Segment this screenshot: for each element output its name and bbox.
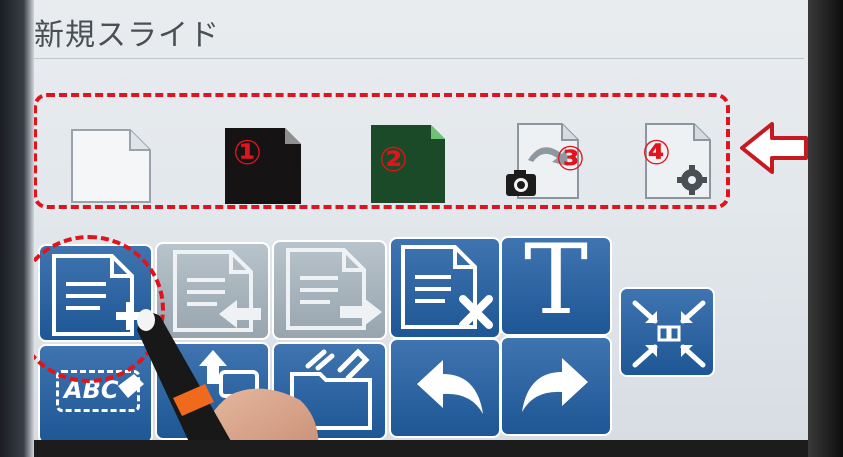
highlight-circle [13, 235, 165, 383]
page-right-arrow-icon [286, 248, 382, 330]
title-divider [34, 58, 804, 59]
template-blank-black[interactable]: ① [225, 128, 301, 204]
touch-screen: 新規スライド ① ② ③ ④ T ABC [0, 0, 808, 440]
previous-slide-button[interactable] [155, 242, 270, 340]
upload-slide-button[interactable] [155, 342, 270, 440]
template-from-camera[interactable]: ③ [504, 122, 585, 204]
callout-arrow-icon [740, 122, 808, 174]
collapse-arrows-icon [632, 300, 706, 368]
monitor-bezel-right [808, 0, 843, 457]
text-tool-button[interactable]: T [500, 232, 612, 336]
template-from-settings[interactable]: ④ [642, 122, 718, 202]
redo-arrow-icon [522, 358, 588, 412]
fit-screen-button[interactable] [619, 287, 715, 377]
template-blank-white[interactable] [70, 128, 152, 204]
redo-button[interactable] [500, 336, 612, 436]
marker-3: ③ [556, 139, 585, 179]
folder-tools-icon [290, 348, 372, 430]
monitor-bezel-left [0, 0, 34, 457]
marker-2: ② [379, 140, 408, 180]
page-title: 新規スライド [34, 18, 220, 53]
marker-4: ④ [642, 133, 671, 173]
page-left-arrow-icon [173, 250, 261, 332]
text-tool-glyph: T [524, 224, 589, 336]
undo-arrow-icon [417, 360, 483, 414]
delete-slide-button[interactable] [389, 237, 501, 339]
undo-button[interactable] [389, 338, 501, 438]
template-blank-green[interactable]: ② [371, 125, 445, 203]
tools-folder-button[interactable] [272, 342, 387, 440]
blank-page-icon [71, 129, 151, 203]
marker-1: ① [233, 133, 262, 173]
page-delete-icon [401, 245, 493, 329]
upload-arrow-icon [199, 350, 259, 398]
next-slide-button[interactable] [272, 240, 387, 340]
